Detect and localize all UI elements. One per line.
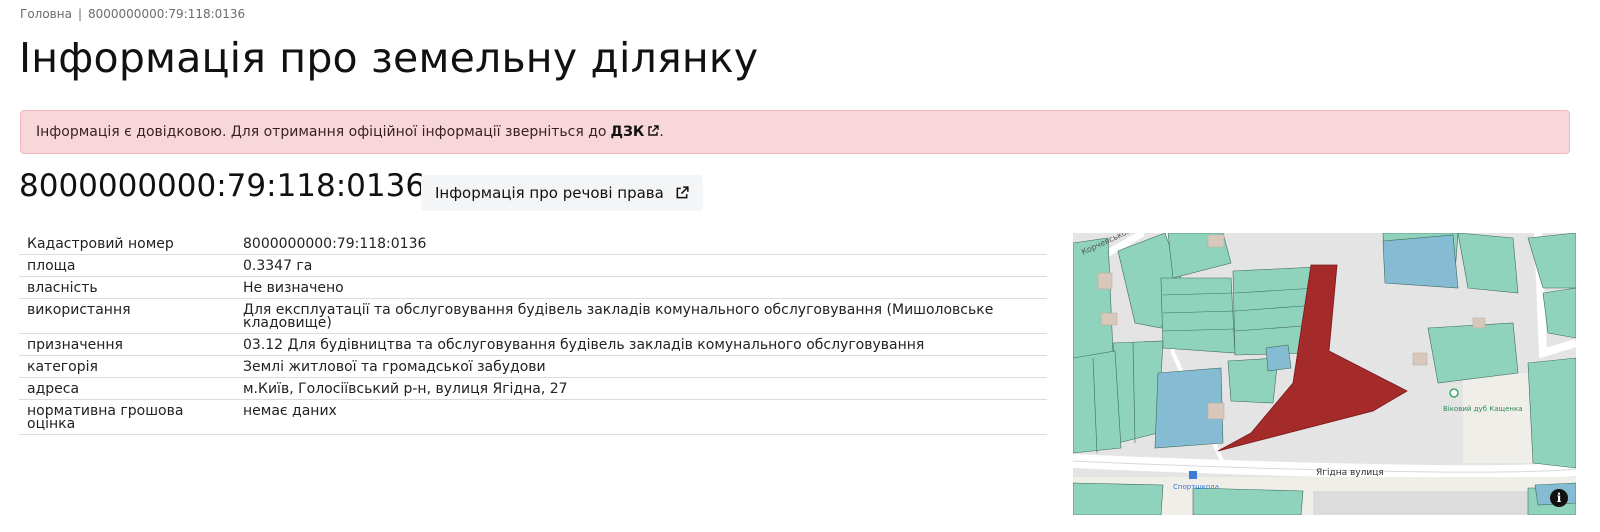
parcel-info-table: Кадастровий номер 8000000000:79:118:0136 … bbox=[19, 233, 1047, 435]
row-label: нормативна грошова оцінка bbox=[19, 399, 235, 435]
breadcrumb-separator: | bbox=[77, 7, 82, 21]
property-rights-button[interactable]: Інформація про речові права bbox=[421, 175, 703, 211]
row-label: використання bbox=[19, 298, 235, 334]
row-value: м.Київ, Голосіївський р-н, вулиця Ягідна… bbox=[235, 377, 1047, 400]
row-value: Землі житлової та громадської забудови bbox=[235, 355, 1047, 378]
table-row: власність Не визначено bbox=[19, 276, 1047, 299]
page-title: Інформація про земельну ділянку bbox=[19, 34, 759, 82]
table-row: нормативна грошова оцінка немає даних bbox=[19, 399, 1047, 435]
external-link-icon bbox=[648, 125, 660, 136]
table-row: використання Для експлуатації та обслугов… bbox=[19, 298, 1047, 334]
row-value: Не визначено bbox=[235, 276, 1047, 299]
row-label: власність bbox=[19, 276, 235, 299]
row-value: 03.12 Для будівництва та обслуговування … bbox=[235, 333, 1047, 356]
row-value: 8000000000:79:118:0136 bbox=[235, 233, 1047, 255]
map-poi-school-label: Спортшкола bbox=[1173, 483, 1219, 491]
external-link-icon bbox=[676, 186, 689, 199]
breadcrumb-home-link[interactable]: Головна bbox=[20, 7, 72, 21]
dzk-link[interactable]: ДЗК bbox=[610, 124, 660, 140]
alert-suffix: . bbox=[659, 124, 664, 140]
row-value: Для експлуатації та обслуговування будів… bbox=[235, 298, 1047, 334]
row-label: призначення bbox=[19, 333, 235, 356]
parcel-map[interactable]: Ягідна вулиця Корчевського Віковий дуб К… bbox=[1073, 233, 1576, 515]
table-row: категорія Землі житлової та громадської з… bbox=[19, 355, 1047, 378]
reference-info-alert: Інформація є довідковою. Для отримання о… bbox=[20, 110, 1570, 154]
breadcrumb-current: 8000000000:79:118:0136 bbox=[88, 7, 246, 21]
map-poi-oak-label: Віковий дуб Кащенка bbox=[1443, 405, 1523, 413]
row-label: категорія bbox=[19, 355, 235, 378]
map-street-label: Ягідна вулиця bbox=[1316, 468, 1384, 478]
property-rights-label: Інформація про речові права bbox=[435, 184, 664, 202]
cadastral-number-title: 8000000000:79:118:0136 bbox=[19, 168, 426, 204]
table-row: Кадастровий номер 8000000000:79:118:0136 bbox=[19, 233, 1047, 255]
row-label: Кадастровий номер bbox=[19, 233, 235, 255]
row-value: немає даних bbox=[235, 399, 1047, 435]
map-canvas[interactable]: Ягідна вулиця Корчевського Віковий дуб К… bbox=[1073, 233, 1576, 515]
tree-icon bbox=[1449, 388, 1459, 398]
breadcrumb: Головна | 8000000000:79:118:0136 bbox=[20, 7, 245, 21]
table-row: призначення 03.12 Для будівництва та обсл… bbox=[19, 333, 1047, 356]
school-icon bbox=[1189, 471, 1197, 479]
dzk-link-label: ДЗК bbox=[610, 124, 645, 140]
row-label: площа bbox=[19, 254, 235, 277]
table-row: площа 0.3347 га bbox=[19, 254, 1047, 277]
table-row: адреса м.Київ, Голосіївський р-н, вулиця … bbox=[19, 377, 1047, 400]
map-info-button[interactable]: i bbox=[1550, 489, 1568, 507]
row-label: адреса bbox=[19, 377, 235, 400]
alert-text: Інформація є довідковою. Для отримання о… bbox=[36, 124, 607, 140]
row-value: 0.3347 га bbox=[235, 254, 1047, 277]
